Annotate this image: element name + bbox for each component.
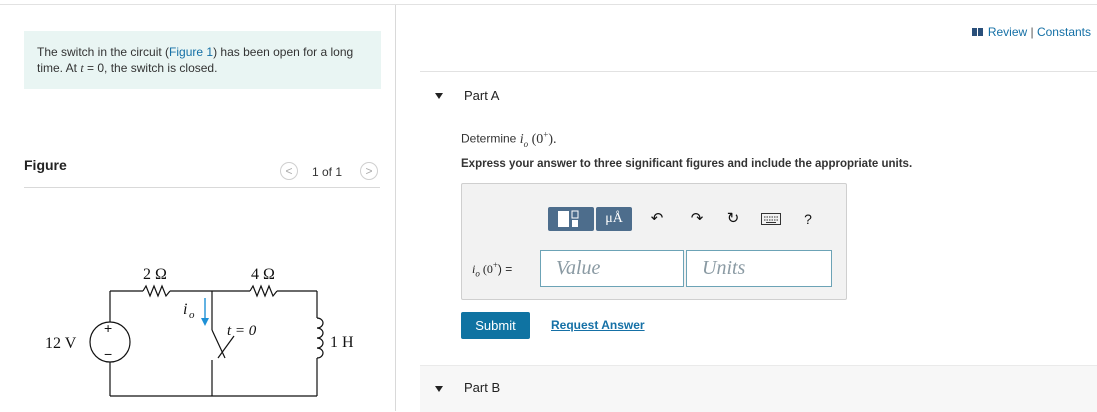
review-constants: Review | Constants: [971, 25, 1091, 39]
figure-title: Figure: [24, 157, 67, 173]
collapse-part-a-icon[interactable]: [435, 93, 443, 99]
source-plus: +: [104, 320, 112, 336]
figure-divider: [24, 187, 380, 188]
chevron-left-icon: <: [285, 164, 293, 178]
label-current-sub: o: [189, 309, 195, 321]
templates-icon: [558, 210, 579, 227]
undo-icon[interactable]: ↶: [648, 208, 666, 230]
part-a-divider: [420, 71, 1097, 72]
label-inductor: 1 H: [330, 334, 354, 351]
figure-link[interactable]: Figure 1: [169, 45, 213, 59]
part-a-question: Determine io (0+).: [461, 129, 557, 149]
submit-button[interactable]: Submit: [461, 312, 530, 339]
next-figure-button[interactable]: >: [360, 162, 378, 180]
label-source: 12 V: [45, 335, 77, 352]
answer-label: io (0+) =: [472, 260, 513, 279]
units-input[interactable]: Units: [686, 250, 832, 287]
templates-button[interactable]: [548, 207, 594, 231]
header-separator: |: [1027, 25, 1037, 39]
label-switch: t = 0: [227, 323, 257, 339]
label-r1: 2 Ω: [143, 266, 167, 283]
book-icon: [971, 28, 983, 36]
problem-text: The switch in the circuit (Figure 1) has…: [37, 45, 354, 75]
resistor-4ohm: [249, 284, 278, 298]
value-input[interactable]: Value: [540, 250, 684, 287]
part-b-label[interactable]: Part B: [464, 380, 500, 395]
review-link[interactable]: Review: [988, 25, 1027, 39]
part-a-instruction: Express your answer to three significant…: [461, 158, 913, 170]
request-answer-link[interactable]: Request Answer: [551, 318, 645, 332]
problem-statement: The switch in the circuit (Figure 1) has…: [24, 31, 381, 89]
top-border: [0, 4, 1097, 5]
answer-box: μÅ ↶ ↷ ↻ ? io (0+) = Value Units: [461, 183, 847, 300]
prev-figure-button[interactable]: <: [280, 162, 298, 180]
source-minus: −: [104, 346, 112, 362]
label-current: i: [183, 301, 187, 318]
reset-icon[interactable]: ↻: [724, 208, 742, 230]
resistor-2ohm: [142, 284, 171, 298]
figure-pager: 1 of 1: [312, 165, 343, 179]
current-arrow-icon: [201, 318, 209, 326]
constants-link[interactable]: Constants: [1037, 25, 1091, 39]
panel-divider: [395, 5, 396, 411]
circuit-diagram: 2 Ω 4 Ω 12 V + − i o t = 0 1 H: [45, 266, 354, 397]
help-icon[interactable]: ?: [799, 208, 817, 230]
keyboard-icon[interactable]: [760, 208, 782, 230]
inductor-coil: [316, 317, 324, 359]
redo-icon[interactable]: ↷: [688, 208, 706, 230]
chevron-right-icon: >: [365, 164, 373, 178]
label-r2: 4 Ω: [251, 266, 275, 283]
expand-part-b-icon[interactable]: [435, 386, 443, 392]
units-button[interactable]: μÅ: [596, 207, 632, 231]
part-b-header[interactable]: [420, 365, 1097, 412]
part-a-label[interactable]: Part A: [464, 88, 499, 103]
